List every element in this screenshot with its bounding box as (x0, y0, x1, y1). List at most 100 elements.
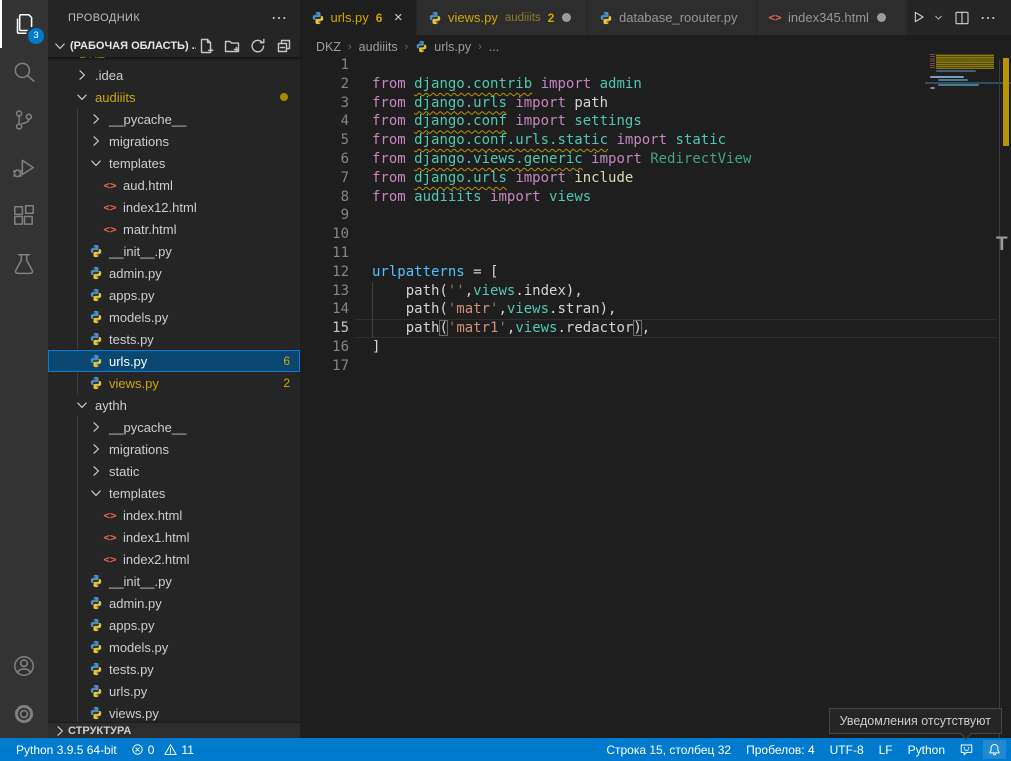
feedback-icon[interactable] (960, 743, 973, 756)
new-file-icon[interactable] (196, 36, 216, 56)
tree-item-urls-py[interactable]: urls.py (48, 680, 300, 702)
encoding-status[interactable]: UTF-8 (830, 743, 864, 757)
code-token: import (515, 113, 566, 129)
tree-item-static[interactable]: static (48, 460, 300, 482)
code-line: 6from django.views.generic import Redire… (300, 150, 930, 169)
tree-item-views-py[interactable]: views.py2 (48, 372, 300, 394)
tree-item-models-py[interactable]: models.py (48, 306, 300, 328)
modified-dot-icon (877, 13, 886, 22)
chevron-down-icon (52, 38, 68, 54)
outline-section-header[interactable]: СТРУКТУРА (48, 722, 300, 738)
eol-status[interactable]: LF (879, 743, 893, 757)
line-number: 8 (300, 188, 349, 207)
tree-item--init-py[interactable]: __init__.py (48, 240, 300, 262)
code-editor[interactable]: 12from django.contrib import admin3from … (300, 56, 930, 376)
activity-settings-icon[interactable] (0, 690, 48, 738)
minimap[interactable] (930, 52, 1000, 102)
activity-account-icon[interactable] (0, 642, 48, 690)
tree-item-index12-html[interactable]: <>index12.html (48, 196, 300, 218)
tab-views-py[interactable]: views.pyaudiiits2 (417, 0, 588, 35)
language-mode-status[interactable]: Python (908, 743, 945, 757)
code-token: include (574, 170, 633, 186)
tree-item-matr-html[interactable]: <>matr.html (48, 218, 300, 240)
activity-search-icon[interactable] (0, 48, 48, 96)
run-dropdown-chevron-icon[interactable] (937, 12, 944, 23)
line-number: 10 (300, 225, 349, 244)
refresh-icon[interactable] (248, 36, 268, 56)
code-token (482, 189, 490, 205)
tree-item-views-py[interactable]: views.py (48, 702, 300, 722)
tree-item--idea[interactable]: .idea (48, 64, 300, 86)
tree-item-apps-py[interactable]: apps.py (48, 614, 300, 636)
activity-run-debug-icon[interactable] (0, 144, 48, 192)
cursor-position-status[interactable]: Строка 15, столбец 32 (606, 743, 731, 757)
code-token: views (507, 301, 549, 317)
workspace-section-header[interactable]: (РАБОЧАЯ ОБЛАСТЬ) ... (48, 35, 300, 57)
code-token: .stran), (549, 301, 616, 317)
tree-item--pycache-[interactable]: __pycache__ (48, 416, 300, 438)
tree-item-tests-py[interactable]: tests.py (48, 658, 300, 680)
breadcrumb-item[interactable]: urls.py (434, 40, 471, 54)
tab-database-roouter-py[interactable]: database_roouter.py (588, 0, 757, 35)
tab-index345-html[interactable]: <>index345.html (757, 0, 908, 35)
tree-item-urls-py[interactable]: urls.py6 (48, 350, 300, 372)
tree-item-aud-html[interactable]: <> aud.html (48, 174, 300, 196)
line-content: urlpatterns = [ (349, 263, 498, 282)
tree-item--init-py[interactable]: __init__.py (48, 570, 300, 592)
code-line: 3from django.urls import path (300, 94, 930, 113)
tree-item-apps-py[interactable]: apps.py (48, 284, 300, 306)
warning-squiggle-token: django.conf (414, 113, 507, 129)
tree-item-templates[interactable]: templates (48, 482, 300, 504)
editor-more-actions-icon[interactable]: ⋯ (980, 8, 997, 28)
tree-item-admin-py[interactable]: admin.py (48, 262, 300, 284)
run-button[interactable] (911, 10, 927, 26)
python-interpreter-status[interactable]: Python 3.9.5 64-bit (16, 743, 117, 757)
tree-item-tests-py[interactable]: tests.py (48, 328, 300, 350)
html-file-icon: <> (102, 177, 118, 193)
code-token: .index), (515, 283, 582, 299)
line-content: from audiiits import views (349, 188, 591, 207)
tree-item-admin-py[interactable]: admin.py (48, 592, 300, 614)
activity-source-control-icon[interactable] (0, 96, 48, 144)
tree-item-label: tests.py (109, 662, 154, 677)
tree-item-label: admin.py (109, 596, 162, 611)
collapse-all-icon[interactable] (274, 36, 294, 56)
tree-item-dkz[interactable]: DKZ (48, 57, 300, 64)
problems-status[interactable]: 011 (131, 743, 194, 757)
tree-item-aythh[interactable]: aythh (48, 394, 300, 416)
line-number: 5 (300, 131, 349, 150)
tree-item-migrations[interactable]: migrations (48, 130, 300, 152)
tab-urls-py[interactable]: urls.py6× (300, 0, 417, 35)
chevron-right-icon (88, 419, 104, 435)
tree-item-audiiits[interactable]: audiiits (48, 86, 300, 108)
close-icon[interactable]: × (390, 9, 406, 26)
tree-item-templates[interactable]: templates (48, 152, 300, 174)
tree-item-index1-html[interactable]: <>index1.html (48, 526, 300, 548)
activity-explorer-icon[interactable]: 3 (0, 0, 48, 48)
workspace-label: (РАБОЧАЯ ОБЛАСТЬ) ... (70, 40, 196, 52)
breadcrumb-item[interactable]: audiiits (359, 40, 398, 54)
tree-item--pycache-[interactable]: __pycache__ (48, 108, 300, 130)
breadcrumb-item[interactable]: ... (489, 40, 499, 54)
breadcrumb-item[interactable]: DKZ (316, 40, 341, 54)
tree-item-index2-html[interactable]: <>index2.html (48, 548, 300, 570)
new-folder-icon[interactable] (222, 36, 242, 56)
tree-item-label: aud.html (123, 178, 173, 193)
activity-extensions-icon[interactable] (0, 192, 48, 240)
overview-ruler-warning-marker[interactable] (1003, 58, 1009, 146)
tree-item-index-html[interactable]: <>index.html (48, 504, 300, 526)
code-line: 10 (300, 225, 930, 244)
tree-item-migrations[interactable]: migrations (48, 438, 300, 460)
notifications-bell-icon[interactable] (983, 740, 1006, 759)
html-file-icon: <> (767, 10, 783, 26)
code-token: ) (633, 320, 641, 336)
code-token: urlpatterns (372, 264, 465, 280)
sidebar-more-actions-icon[interactable]: ⋯ (271, 8, 288, 28)
activity-testing-icon[interactable] (0, 240, 48, 288)
code-token: path (566, 95, 608, 111)
tree-item-models-py[interactable]: models.py (48, 636, 300, 658)
code-token: path( (372, 283, 448, 299)
tree-item-label: migrations (109, 134, 169, 149)
split-editor-button[interactable] (954, 10, 970, 26)
indentation-status[interactable]: Пробелов: 4 (746, 743, 815, 757)
